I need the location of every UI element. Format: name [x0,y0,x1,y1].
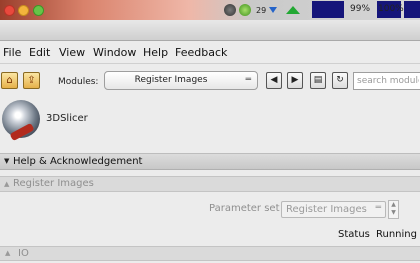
menu-file[interactable]: File [3,46,21,59]
reload-module-icon[interactable]: ↻ [332,72,348,89]
dropdown-handle-icon: ═ [245,75,251,85]
load-data-icon[interactable]: ⇪ [23,72,40,89]
parameter-set-selector[interactable]: Register Images ═ [281,201,386,218]
download-arrow-icon [269,7,278,13]
menu-help[interactable]: Help [143,46,168,59]
help-section-header[interactable]: ▼ Help & Acknowledgement [0,153,420,170]
cpu-meter [312,1,344,18]
register-images-section-header[interactable]: ▲ Register Images [0,176,420,192]
cpu-percent: 99% [350,4,371,14]
module-search-input[interactable] [353,72,420,90]
minimize-window-button[interactable] [18,5,29,16]
register-images-section-title: Register Images [13,178,94,189]
module-selector[interactable]: Register Images ═ [104,71,258,90]
parameter-set-stepper[interactable]: ▲ ▼ [388,200,399,219]
status-value: Running [376,229,417,240]
status-label: Status [338,229,370,240]
parameter-set-value: Register Images [286,204,367,215]
io-section-header[interactable]: ▲ IO [0,246,420,261]
dropdown-handle-icon: ═ [375,203,381,213]
home-icon[interactable]: ⌂ [1,72,18,89]
upload-arrow-icon [286,6,301,14]
logo-area [0,101,420,151]
tray-counter: 29 [256,5,267,15]
collapse-arrow-icon: ▼ [4,157,10,165]
previous-module-button[interactable]: ◀ [266,72,282,89]
battery-percent: 100% [378,4,404,14]
help-section-title: Help & Acknowledgement [13,156,143,167]
menu-edit[interactable]: Edit [29,46,50,59]
zoom-window-button[interactable] [33,5,44,16]
menu-feedback[interactable]: Feedback [175,46,227,59]
modules-label: Modules: [58,77,99,87]
expand-arrow-icon: ▲ [5,249,11,257]
app-name: 3DSlicer [46,113,88,124]
network-meter [404,1,420,18]
parameter-set-label: Parameter set [209,203,280,214]
close-window-button[interactable] [4,5,15,16]
window-titlebar[interactable] [0,20,420,41]
globe-icon[interactable] [239,4,251,16]
expand-arrow-icon: ▲ [4,180,10,188]
system-tray: 29 [224,0,301,20]
menu-view[interactable]: View [59,46,85,59]
module-history-icon[interactable]: ▤ [310,72,326,89]
io-section-title: IO [18,248,29,259]
menu-window[interactable]: Window [93,46,136,59]
status-icon[interactable] [224,4,236,16]
module-selector-value: Register Images [134,75,208,85]
next-module-button[interactable]: ▶ [287,72,303,89]
